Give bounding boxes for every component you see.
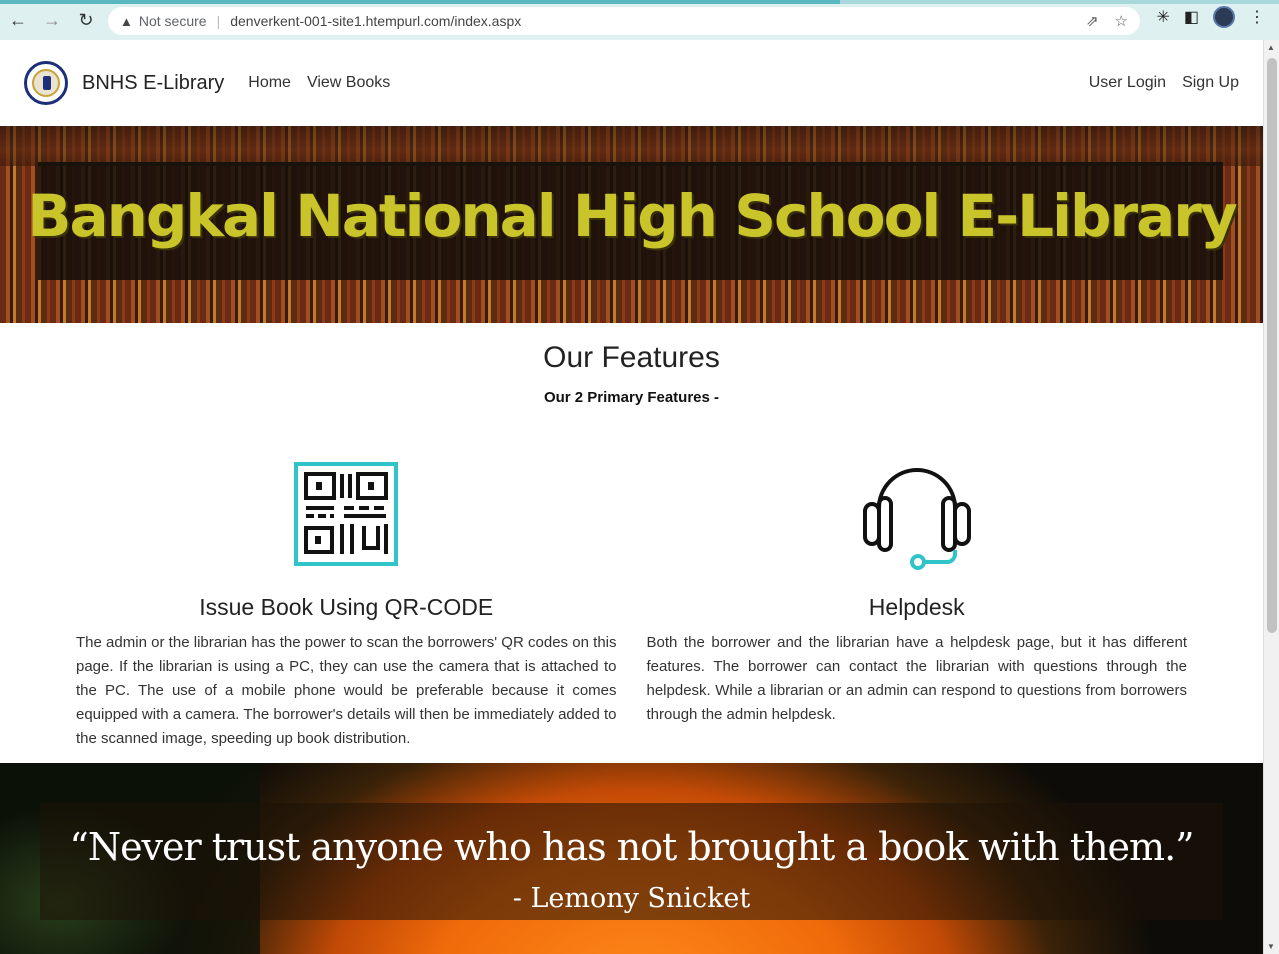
sign-up-link[interactable]: Sign Up: [1182, 74, 1239, 92]
feature-qr-text: The admin or the librarian has the power…: [76, 634, 617, 747]
page-content: BNHS E-Library Home View Books User Logi…: [0, 40, 1263, 954]
nav-view-books-link[interactable]: View Books: [307, 74, 390, 92]
hero-title: Bangkal National High School E-Library: [27, 182, 1237, 250]
address-bar[interactable]: ▲ Not secure | denverkent-001-site1.htem…: [108, 7, 1140, 35]
page-scrollbar[interactable]: ▲ ▼: [1263, 40, 1279, 954]
quote-author: - Lemony Snicket: [512, 883, 751, 914]
qr-code-icon: [294, 462, 399, 566]
feature-helpdesk-title: Helpdesk: [868, 594, 965, 620]
hero-banner: Bangkal National High School E-Library: [0, 126, 1263, 323]
features-heading: Our Features: [543, 341, 720, 374]
url-text[interactable]: denverkent-001-site1.htempurl.com/index.…: [230, 13, 521, 29]
feature-helpdesk-text: Both the borrower and the librarian have…: [646, 634, 1188, 723]
profile-avatar[interactable]: [1213, 6, 1235, 28]
features-section: Our Features Our 2 Primary Features - Is…: [0, 341, 1263, 751]
warning-icon: ▲: [120, 13, 133, 29]
security-label: Not secure: [138, 13, 207, 29]
extensions-icon[interactable]: ✳: [1156, 7, 1169, 27]
quote-text: “Never trust anyone who has not brought …: [69, 825, 1194, 869]
feature-helpdesk: Helpdesk Both the borrower and the libra…: [646, 458, 1188, 751]
feature-qr: Issue Book Using QR-CODE The admin or th…: [76, 458, 617, 751]
user-login-link[interactable]: User Login: [1089, 74, 1166, 92]
bookmark-star-icon[interactable]: ☆: [1115, 12, 1128, 30]
menu-icon[interactable]: ⋮: [1249, 7, 1265, 27]
back-icon[interactable]: ←: [2, 4, 34, 36]
tab-strip: [0, 0, 1279, 4]
brand-name[interactable]: BNHS E-Library: [82, 72, 224, 95]
quote-banner: “Never trust anyone who has not brought …: [0, 763, 1263, 954]
scroll-down-icon[interactable]: ▼: [1267, 942, 1275, 951]
side-panel-icon[interactable]: ◧: [1184, 7, 1199, 27]
feature-qr-title: Issue Book Using QR-CODE: [199, 594, 494, 620]
nav-home-link[interactable]: Home: [248, 74, 291, 92]
share-icon[interactable]: ⇗: [1086, 12, 1099, 30]
scroll-up-icon[interactable]: ▲: [1267, 43, 1275, 52]
school-logo[interactable]: [24, 61, 68, 105]
headset-icon: [862, 468, 971, 570]
forward-icon[interactable]: →: [36, 4, 68, 36]
site-navbar: BNHS E-Library Home View Books User Logi…: [0, 40, 1263, 126]
reload-icon[interactable]: ↻: [70, 4, 102, 36]
browser-toolbar: ← → ↻ ▲ Not secure | denverkent-001-site…: [0, 0, 1279, 40]
features-subheading: Our 2 Primary Features -: [543, 389, 720, 406]
scrollbar-thumb[interactable]: [1267, 58, 1277, 633]
